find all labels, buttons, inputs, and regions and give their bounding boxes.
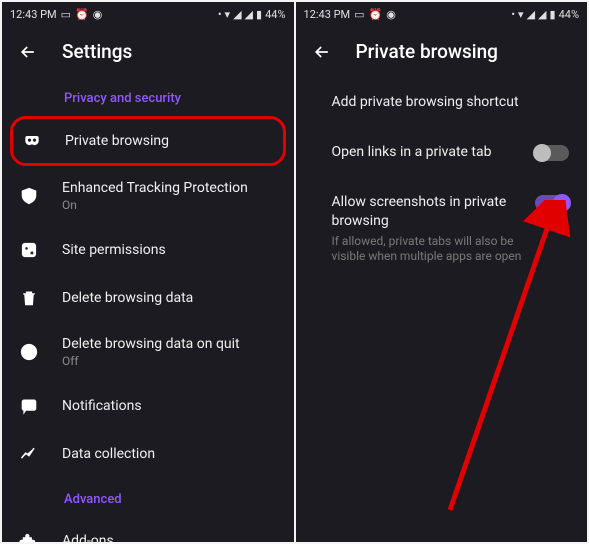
section-privacy: Privacy and security <box>2 77 294 116</box>
hotspot-icon: ◉ <box>386 8 396 21</box>
permissions-icon <box>19 240 39 260</box>
menu-label: Notifications <box>62 398 278 414</box>
alarm-icon: ⏰ <box>75 8 89 21</box>
close-circle-icon <box>19 342 39 362</box>
menu-notifications[interactable]: Notifications <box>2 382 294 430</box>
chat-icon: ▭ <box>354 8 364 21</box>
menu-label: Data collection <box>62 446 278 462</box>
dot-icon: • <box>511 8 515 21</box>
menu-sub: Off <box>62 354 278 368</box>
menu-label: Enhanced Tracking Protection <box>62 180 278 196</box>
menu-enhanced-tracking[interactable]: Enhanced Tracking Protection On <box>2 166 294 226</box>
menu-label: Add-ons <box>62 533 278 542</box>
pb-label: Add private browsing shortcut <box>332 93 570 111</box>
mask-icon <box>22 131 42 151</box>
status-battery: 44% <box>265 8 285 21</box>
menu-site-permissions[interactable]: Site permissions <box>2 226 294 274</box>
page-title: Settings <box>62 40 132 63</box>
chat-icon <box>19 396 39 416</box>
status-time: 12:43 PM <box>304 8 351 21</box>
menu-label: Private browsing <box>65 133 275 149</box>
trash-icon <box>19 288 39 308</box>
header: Private browsing <box>296 26 588 77</box>
puzzle-icon <box>19 531 39 542</box>
menu-private-browsing[interactable]: Private browsing <box>10 116 286 166</box>
menu-addons[interactable]: Add-ons <box>2 517 294 542</box>
menu-delete-data[interactable]: Delete browsing data <box>2 274 294 322</box>
pb-add-shortcut[interactable]: Add private browsing shortcut <box>296 77 588 127</box>
wifi-icon: ▾ <box>518 8 524 21</box>
pb-open-links[interactable]: Open links in a private tab <box>296 127 588 177</box>
status-time: 12:43 PM <box>10 8 57 21</box>
dot-icon: • <box>218 8 222 21</box>
menu-label: Site permissions <box>62 242 278 258</box>
hotspot-icon: ◉ <box>93 8 103 21</box>
signal-icon: ◢ <box>527 8 535 21</box>
signal-icon: ◢ <box>538 8 546 21</box>
battery-icon: ▮ <box>256 8 262 21</box>
menu-delete-on-quit[interactable]: Delete browsing data on quit Off <box>2 322 294 382</box>
status-battery: 44% <box>559 8 579 21</box>
wifi-icon: ▾ <box>225 8 231 21</box>
signal-icon: ◢ <box>245 8 253 21</box>
back-icon[interactable] <box>18 42 38 62</box>
settings-screen: 12:43 PM ▭ ⏰ ◉ • ▾ ◢ ◢ ▮ 44% Settings Pr… <box>2 2 294 542</box>
header: Settings <box>2 26 294 77</box>
toggle-open-links[interactable] <box>535 145 569 161</box>
battery-icon: ▮ <box>550 8 556 21</box>
page-title: Private browsing <box>356 40 498 63</box>
menu-label: Delete browsing data <box>62 290 278 306</box>
chart-icon <box>19 444 39 464</box>
shield-icon <box>19 186 39 206</box>
alarm-icon: ⏰ <box>369 8 383 21</box>
annotation-arrow <box>400 200 580 520</box>
pb-label: Open links in a private tab <box>332 143 524 161</box>
back-icon[interactable] <box>312 42 332 62</box>
signal-icon: ◢ <box>233 8 241 21</box>
chat-icon: ▭ <box>61 8 71 21</box>
status-bar: 12:43 PM ▭ ⏰ ◉ • ▾ ◢ ◢ ▮ 44% <box>296 2 588 26</box>
menu-sub: On <box>62 198 278 212</box>
menu-data-collection[interactable]: Data collection <box>2 430 294 478</box>
menu-label: Delete browsing data on quit <box>62 336 278 352</box>
section-advanced: Advanced <box>2 478 294 517</box>
status-bar: 12:43 PM ▭ ⏰ ◉ • ▾ ◢ ◢ ▮ 44% <box>2 2 294 26</box>
